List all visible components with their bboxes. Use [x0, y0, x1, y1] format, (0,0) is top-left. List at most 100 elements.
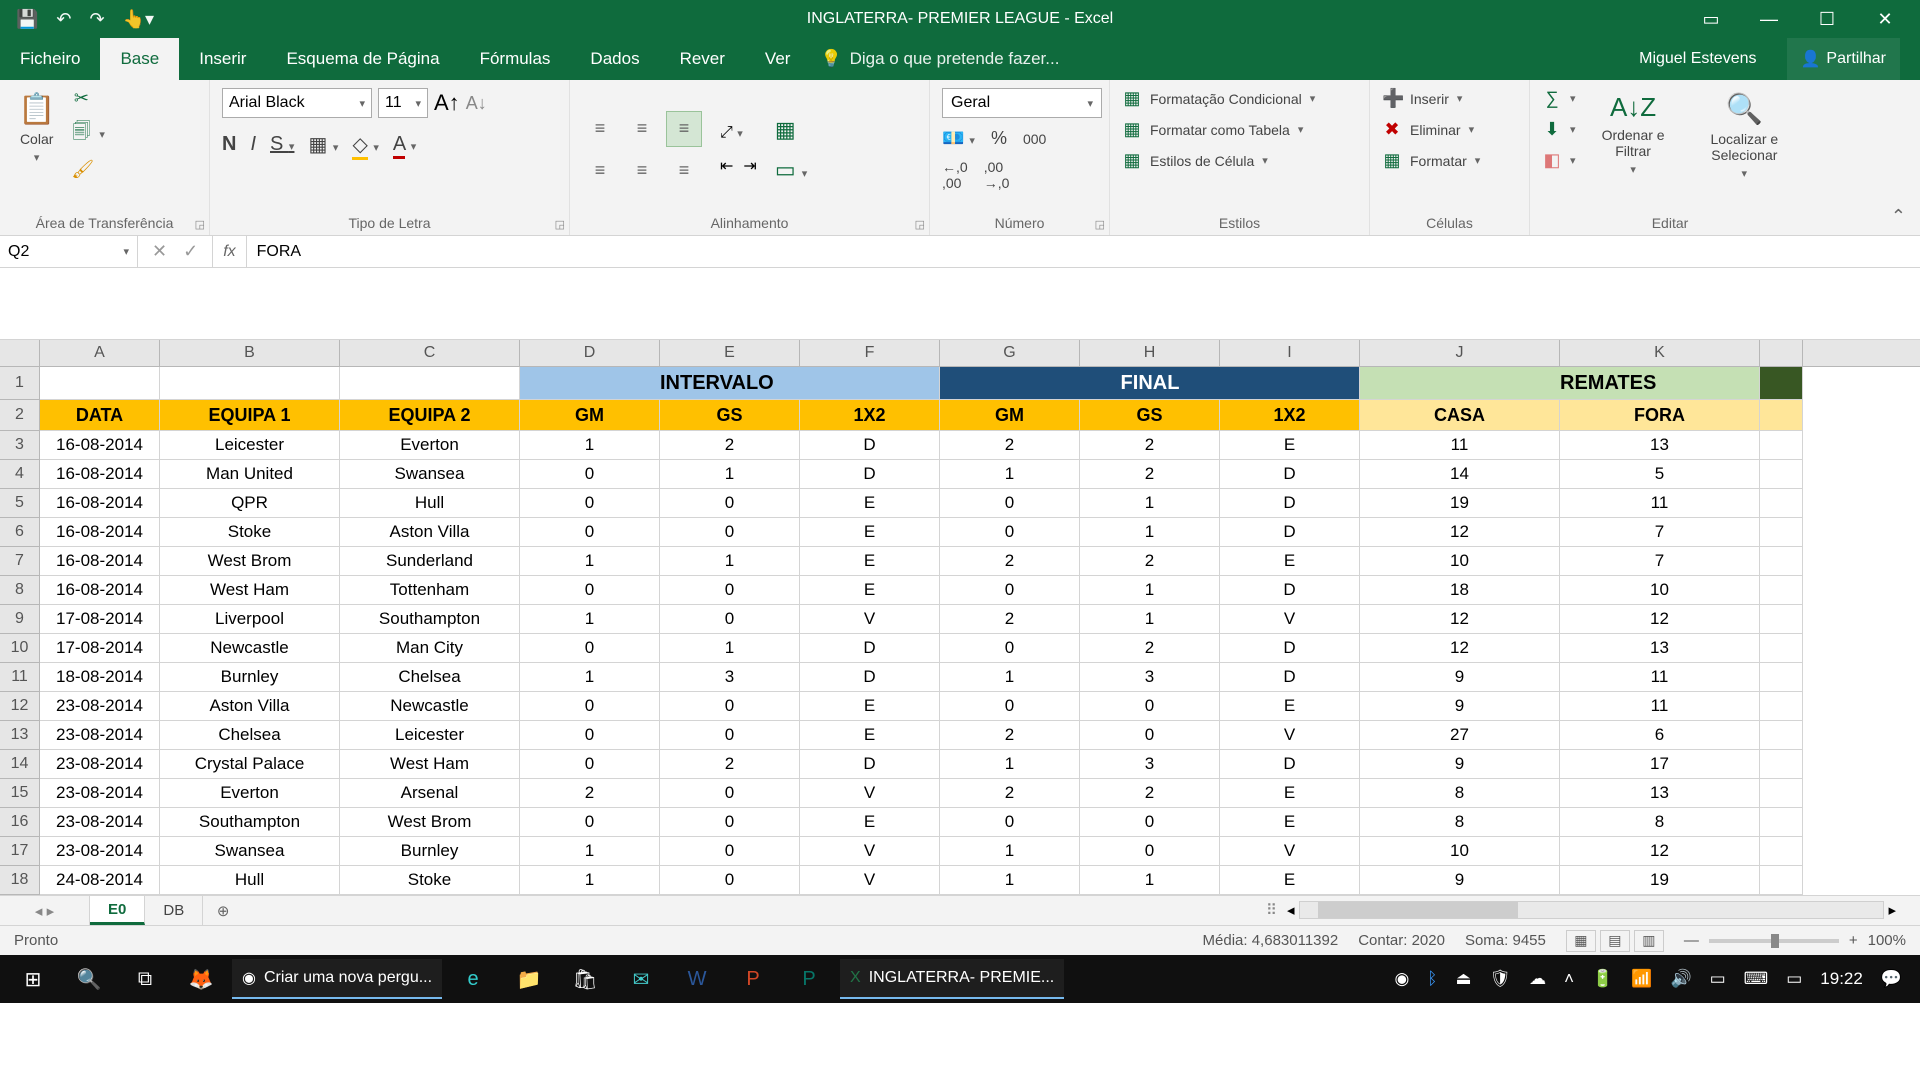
- cell[interactable]: [160, 367, 340, 400]
- sheet-tab-db[interactable]: DB: [145, 896, 203, 925]
- cell[interactable]: [1760, 721, 1803, 750]
- cell[interactable]: 3: [660, 663, 800, 692]
- page-break-view-icon[interactable]: ▥: [1634, 930, 1664, 952]
- cell[interactable]: [1760, 460, 1803, 489]
- col-header[interactable]: J: [1360, 340, 1560, 366]
- cell[interactable]: 2: [940, 605, 1080, 634]
- cell[interactable]: 0: [660, 779, 800, 808]
- cell[interactable]: V: [1220, 605, 1360, 634]
- cell[interactable]: 12: [1560, 837, 1760, 866]
- cell[interactable]: 7: [1560, 547, 1760, 576]
- cell[interactable]: 18-08-2014: [40, 663, 160, 692]
- cell[interactable]: 23-08-2014: [40, 692, 160, 721]
- cell[interactable]: 1: [660, 634, 800, 663]
- cell[interactable]: 23-08-2014: [40, 721, 160, 750]
- sheet-nav-buttons[interactable]: ◂ ▸: [0, 896, 90, 925]
- cell[interactable]: 1: [1080, 576, 1220, 605]
- align-left-icon[interactable]: ≡: [582, 153, 618, 189]
- align-bottom-icon[interactable]: ≡: [666, 111, 702, 147]
- cell[interactable]: [1760, 866, 1803, 895]
- cell[interactable]: Man United: [160, 460, 340, 489]
- cell[interactable]: 16-08-2014: [40, 460, 160, 489]
- cell[interactable]: 16-08-2014: [40, 547, 160, 576]
- cell[interactable]: 0: [940, 518, 1080, 547]
- cell[interactable]: 9: [1360, 750, 1560, 779]
- underline-button[interactable]: S ▾: [270, 133, 294, 156]
- cell[interactable]: 17: [1560, 750, 1760, 779]
- decrease-font-icon[interactable]: A↓: [466, 93, 487, 114]
- cell[interactable]: E: [1220, 866, 1360, 895]
- cell[interactable]: 0: [1080, 721, 1220, 750]
- tab-esquema[interactable]: Esquema de Página: [266, 38, 459, 80]
- align-middle-icon[interactable]: ≡: [624, 111, 660, 147]
- cell[interactable]: 1: [520, 431, 660, 460]
- cell[interactable]: 16-08-2014: [40, 489, 160, 518]
- col-header[interactable]: F: [800, 340, 940, 366]
- battery-icon[interactable]: 🔋: [1592, 969, 1613, 989]
- cell[interactable]: 0: [520, 518, 660, 547]
- cell[interactable]: Everton: [340, 431, 520, 460]
- cell[interactable]: 0: [520, 634, 660, 663]
- align-right-icon[interactable]: ≡: [666, 153, 702, 189]
- col-header[interactable]: D: [520, 340, 660, 366]
- cell[interactable]: [1360, 367, 1560, 400]
- cell[interactable]: Hull: [340, 489, 520, 518]
- fill-button[interactable]: ⬇▾: [1542, 119, 1576, 140]
- cell[interactable]: [1760, 605, 1803, 634]
- cell[interactable]: Liverpool: [160, 605, 340, 634]
- col-header[interactable]: C: [340, 340, 520, 366]
- cell[interactable]: 5: [1560, 460, 1760, 489]
- cell[interactable]: 0: [660, 576, 800, 605]
- cell[interactable]: 0: [520, 576, 660, 605]
- cell[interactable]: 27: [1360, 721, 1560, 750]
- cell[interactable]: 12: [1360, 518, 1560, 547]
- clear-button[interactable]: ◧▾: [1542, 150, 1576, 171]
- cell[interactable]: 0: [660, 489, 800, 518]
- italic-button[interactable]: I: [250, 133, 256, 156]
- row-header[interactable]: 14: [0, 750, 40, 779]
- cell[interactable]: 12: [1560, 605, 1760, 634]
- cell[interactable]: DATA: [40, 400, 160, 431]
- cell[interactable]: [1760, 663, 1803, 692]
- cell[interactable]: 2: [1080, 779, 1220, 808]
- start-button[interactable]: ⊞: [8, 955, 58, 1003]
- cell[interactable]: West Brom: [160, 547, 340, 576]
- currency-button[interactable]: 💶 ▾: [942, 128, 975, 149]
- collapse-ribbon-icon[interactable]: ⌃: [1891, 206, 1906, 227]
- cell[interactable]: 14: [1360, 460, 1560, 489]
- word-icon[interactable]: W: [672, 955, 722, 1003]
- sort-filter-button[interactable]: A↓Z Ordenar e Filtrar▾: [1592, 88, 1675, 180]
- cell[interactable]: Sunderland: [340, 547, 520, 576]
- cell[interactable]: 1: [660, 460, 800, 489]
- cell[interactable]: West Ham: [340, 750, 520, 779]
- cell[interactable]: Chelsea: [340, 663, 520, 692]
- undo-icon[interactable]: ↶: [56, 9, 71, 30]
- cell[interactable]: 10: [1560, 576, 1760, 605]
- cell[interactable]: E: [1220, 431, 1360, 460]
- row-header[interactable]: 11: [0, 663, 40, 692]
- cell[interactable]: Southampton: [340, 605, 520, 634]
- zoom-in-icon[interactable]: +: [1849, 932, 1858, 949]
- sheet-tab-e0[interactable]: E0: [90, 896, 145, 925]
- cell-remates-header[interactable]: REMATES: [1560, 367, 1760, 400]
- notifications-icon[interactable]: 💬: [1881, 969, 1902, 989]
- cell[interactable]: 10: [1360, 837, 1560, 866]
- thousands-button[interactable]: 000: [1023, 131, 1046, 147]
- cell[interactable]: QPR: [160, 489, 340, 518]
- cell[interactable]: 16-08-2014: [40, 431, 160, 460]
- copy-button[interactable]: 🗐▾: [71, 119, 105, 149]
- cell[interactable]: 13: [1560, 779, 1760, 808]
- cell[interactable]: 11: [1560, 489, 1760, 518]
- cell[interactable]: D: [1220, 634, 1360, 663]
- cell[interactable]: V: [1220, 721, 1360, 750]
- maximize-icon[interactable]: ☐: [1802, 0, 1852, 38]
- cell[interactable]: 19: [1560, 866, 1760, 895]
- number-format-select[interactable]: Geral▾: [942, 88, 1102, 118]
- cell[interactable]: 23-08-2014: [40, 808, 160, 837]
- row-header[interactable]: 7: [0, 547, 40, 576]
- edge-icon[interactable]: e: [448, 955, 498, 1003]
- cell[interactable]: E: [800, 576, 940, 605]
- cell[interactable]: 16-08-2014: [40, 576, 160, 605]
- row-header[interactable]: 2: [0, 400, 40, 431]
- clock[interactable]: 19:22: [1820, 969, 1863, 989]
